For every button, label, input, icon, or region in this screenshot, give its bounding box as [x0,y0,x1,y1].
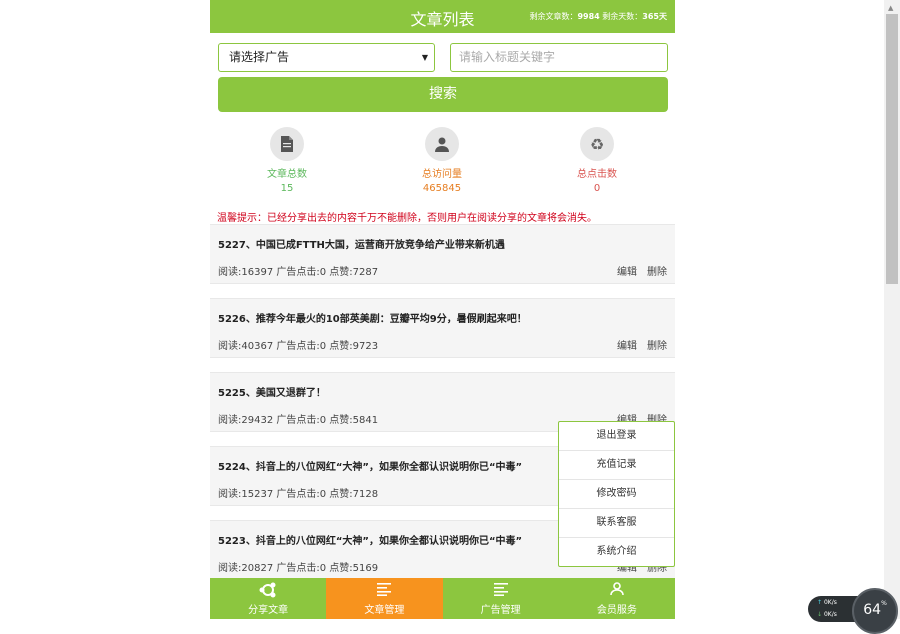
edit-button[interactable]: 编辑 [617,341,637,352]
upload-arrow-icon: ↑ [817,599,823,606]
bottom-tabbar: 分享文章 文章管理 广告管理 会员服务 [210,578,675,619]
stat-value: 465845 [422,183,462,194]
header-bar: 文章列表 剩余文章数：9984 剩余天数：365天 [210,0,675,33]
delete-button[interactable]: 删除 [647,267,667,278]
search-button[interactable]: 搜索 [218,77,668,112]
tab-article-manage[interactable]: 文章管理 [326,578,443,619]
member-popup-menu: 退出登录 充值记录 修改密码 联系客服 系统介绍 [558,421,675,567]
stat-article-total: 文章总数 15 [232,127,342,194]
page-scrollbar[interactable]: ▲ [884,0,900,619]
article-title[interactable]: 5224、抖音上的八位网红“大神”，如果你全都认识说明你已“中毒” [218,458,522,473]
stat-total-clicks: ♻ 总点击数 0 [542,127,652,194]
network-speed-widget: ↑ 0K/s ↓ 0K/s 64% [808,588,900,634]
menu-item-contact-support[interactable]: 联系客服 [559,509,674,538]
tab-label: 文章管理 [364,605,405,616]
article-meta: 阅读:16397 广告点击:0 点赞:7287 [218,267,379,278]
article-item: 5227、中国已成FTTH大国，运营商开放竞争给产业带来新机遇 阅读:16397… [210,224,675,284]
menu-item-recharge-records[interactable]: 充值记录 [559,451,674,480]
article-title[interactable]: 5226、推荐今年最火的10部英美剧：豆瓣平均9分，暑假刷起来吧！ [218,310,527,325]
keyword-search-input[interactable]: 请输入标题关键字 [450,43,668,72]
remaining-articles-value: 9984 [577,12,600,21]
scroll-up-arrow-icon[interactable]: ▲ [888,4,893,12]
upload-speed-value: 0K/s [823,599,837,606]
remaining-articles-label: 剩余文章数： [529,12,578,21]
edit-button[interactable]: 编辑 [617,267,637,278]
article-meta: 阅读:29432 广告点击:0 点赞:5841 [218,415,379,426]
list-icon [326,582,442,599]
menu-item-system-intro[interactable]: 系统介绍 [559,538,674,566]
stat-label: 总点击数 [577,169,617,180]
gauge-unit: % [881,600,887,607]
share-icon [210,582,326,599]
stat-label: 文章总数 [267,169,307,180]
article-meta: 阅读:40367 广告点击:0 点赞:9723 [218,341,379,352]
memory-gauge[interactable]: 64% [852,588,898,634]
article-item: 5226、推荐今年最火的10部英美剧：豆瓣平均9分，暑假刷起来吧！ 阅读:403… [210,298,675,358]
tab-label: 分享文章 [248,605,289,616]
tab-ad-manage[interactable]: 广告管理 [442,578,559,619]
recycle-icon: ♻ [580,127,614,161]
user-icon [425,127,459,161]
account-stats: 剩余文章数：9984 剩余天数：365天 [529,11,667,22]
stat-value: 15 [280,183,294,194]
stat-label: 总访问量 [422,169,462,180]
menu-item-change-password[interactable]: 修改密码 [559,480,674,509]
article-title[interactable]: 5227、中国已成FTTH大国，运营商开放竞争给产业带来新机遇 [218,236,505,251]
download-speed-value: 0K/s [823,611,837,618]
ad-select-value: 请选择广告 [229,50,290,64]
warning-tip: 温馨提示：已经分享出去的内容千万不能删除，否则用户在阅读分享的文章将会消失。 [217,213,597,224]
article-title[interactable]: 5225、美国又退群了！ [218,384,326,399]
download-arrow-icon: ↓ [817,611,823,618]
tab-share-article[interactable]: 分享文章 [210,578,327,619]
dropdown-arrow-icon: ▼ [421,53,428,62]
remaining-days-label: 剩余天数： [602,12,643,21]
stat-total-visits: 总访问量 465845 [387,127,497,194]
delete-button[interactable]: 删除 [647,341,667,352]
ad-select[interactable]: 请选择广告 ▼ [218,43,435,72]
article-meta: 阅读:15237 广告点击:0 点赞:7128 [218,489,379,500]
stat-value: 0 [593,183,601,194]
remaining-days-value: 365天 [642,12,667,21]
tab-label: 会员服务 [596,605,637,616]
list-icon [443,582,559,599]
scrollbar-thumb[interactable] [886,14,898,284]
article-meta: 阅读:20827 广告点击:0 点赞:5169 [218,563,379,574]
upload-speed: ↑ 0K/s [817,599,837,606]
tab-member-service[interactable]: 会员服务 [558,578,675,619]
members-icon [559,582,675,599]
menu-item-logout[interactable]: 退出登录 [559,422,674,451]
gauge-percent: 64 [863,602,882,618]
file-icon [270,127,304,161]
tab-label: 广告管理 [480,605,521,616]
article-title[interactable]: 5223、抖音上的八位网红“大神”，如果你全都认识说明你已“中毒” [218,532,522,547]
download-speed: ↓ 0K/s [817,611,837,618]
